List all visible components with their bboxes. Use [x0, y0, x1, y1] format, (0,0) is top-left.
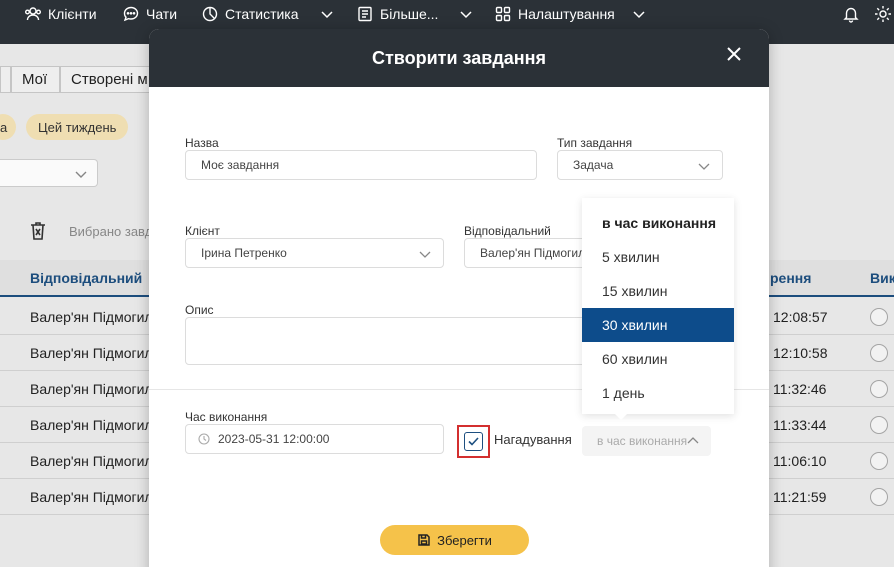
nav-chats[interactable]: Чати	[122, 0, 177, 28]
reminder-option-30min[interactable]: 30 хвилин	[582, 308, 734, 342]
nav-statistics[interactable]: Статистика	[201, 0, 335, 28]
bell-icon[interactable]	[842, 5, 860, 23]
save-icon	[418, 534, 430, 546]
reminder-checkbox[interactable]	[464, 432, 483, 451]
close-icon[interactable]	[725, 45, 743, 63]
apps-icon	[495, 6, 511, 22]
dialog-header: Створити завдання	[149, 29, 769, 87]
responsible-value: Валер'ян Підмогиль	[480, 246, 592, 260]
nav-clients[interactable]: Клієнти	[24, 0, 97, 28]
chevron-down-icon[interactable]	[458, 6, 474, 22]
reminder-dropdown: в час виконання 5 хвилин 15 хвилин 30 хв…	[582, 198, 734, 414]
checkmark-icon	[468, 437, 479, 446]
chevron-down-icon	[698, 163, 710, 170]
chat-icon	[123, 6, 139, 22]
save-button-label: Зберегти	[437, 532, 492, 548]
chevron-up-icon	[687, 437, 699, 444]
task-name-input[interactable]: Моє завдання	[185, 150, 537, 180]
clock-icon	[198, 433, 210, 445]
reminder-option-60min[interactable]: 60 хвилин	[582, 342, 734, 376]
save-button[interactable]: Зберегти	[380, 525, 529, 555]
execution-time-label: Час виконання	[185, 410, 268, 424]
nav-clients-label: Клієнти	[48, 6, 97, 22]
nav-statistics-label: Статистика	[225, 6, 299, 22]
nav-settings-label: Налаштування	[518, 6, 615, 22]
chevron-down-icon[interactable]	[319, 6, 335, 22]
reminder-label: Нагадування	[494, 432, 572, 447]
reminder-select[interactable]: в час виконання	[582, 426, 711, 456]
nav-chats-label: Чати	[146, 6, 178, 22]
more-icon	[358, 6, 372, 22]
chevron-down-icon[interactable]	[631, 6, 647, 22]
task-name-value: Моє завдання	[201, 158, 280, 172]
client-label: Клієнт	[185, 224, 220, 238]
execution-time-input[interactable]: 2023-05-31 12:00:00	[185, 424, 444, 454]
users-icon	[25, 7, 41, 21]
client-select[interactable]: Ірина Петренко	[185, 238, 444, 268]
stats-icon	[202, 6, 218, 22]
gear-icon[interactable]	[873, 4, 893, 24]
reminder-checkbox-highlight	[457, 425, 490, 458]
responsible-label: Відповідальний	[464, 224, 551, 238]
reminder-option-5min[interactable]: 5 хвилин	[582, 240, 734, 274]
dialog-title: Створити завдання	[371, 48, 547, 68]
task-type-value: Задача	[573, 158, 614, 172]
task-type-label: Тип завдання	[557, 136, 633, 150]
nav-more[interactable]: Більше...	[356, 0, 474, 28]
nav-more-label: Більше...	[380, 6, 439, 22]
execution-time-value: 2023-05-31 12:00:00	[218, 432, 330, 446]
chevron-down-icon	[419, 251, 431, 258]
reminder-select-value: в час виконання	[597, 434, 688, 448]
description-label: Опис	[185, 303, 214, 317]
name-label: Назва	[185, 136, 219, 150]
dropdown-arrow	[614, 413, 628, 420]
task-type-select[interactable]: Задача	[557, 150, 723, 180]
nav-settings[interactable]: Налаштування	[494, 0, 647, 28]
reminder-option-at-time[interactable]: в час виконання	[582, 206, 734, 240]
reminder-option-15min[interactable]: 15 хвилин	[582, 274, 734, 308]
client-value: Ірина Петренко	[201, 246, 287, 260]
reminder-option-1day[interactable]: 1 день	[582, 376, 734, 410]
